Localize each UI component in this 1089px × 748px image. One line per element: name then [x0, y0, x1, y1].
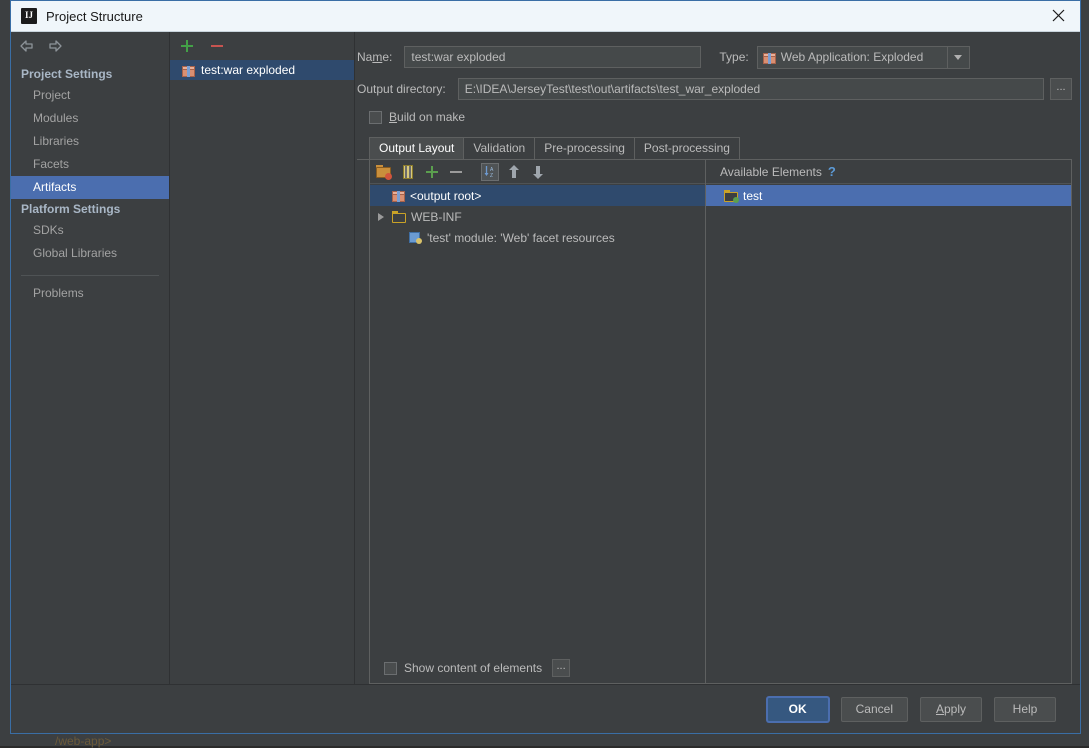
- tab-validation[interactable]: Validation: [463, 137, 536, 159]
- sidebar-item-sdks[interactable]: SDKs: [11, 219, 169, 242]
- dialog-title: Project Structure: [46, 8, 143, 24]
- name-label: Name:: [357, 50, 393, 64]
- browse-output-directory-button[interactable]: ...: [1050, 78, 1072, 100]
- artifact-editor: Name: Type: Web Application: Exploded Ou…: [355, 32, 1080, 684]
- help-button[interactable]: Help: [994, 696, 1056, 722]
- tab-pre-processing[interactable]: Pre-processing: [534, 137, 635, 159]
- cancel-button[interactable]: Cancel: [840, 696, 908, 722]
- add-directory-icon[interactable]: [375, 163, 393, 181]
- output-directory-label: Output directory:: [357, 82, 446, 96]
- name-type-row: Name: Type: Web Application: Exploded: [357, 32, 1072, 74]
- artifact-gift-icon: [762, 51, 776, 64]
- sidebar-item-project[interactable]: Project: [11, 84, 169, 107]
- artifact-gift-icon: [392, 189, 405, 202]
- sidebar-divider: [21, 275, 159, 276]
- chevron-down-icon[interactable]: [946, 46, 969, 68]
- settings-sidebar: Project Settings Project Modules Librari…: [11, 32, 170, 684]
- available-element-label: test: [743, 188, 763, 203]
- project-structure-dialog: Project Structure: [10, 0, 1081, 734]
- dialog-body: Project Settings Project Modules Librari…: [11, 32, 1080, 684]
- sidebar-item-artifacts[interactable]: Artifacts: [11, 176, 169, 199]
- sort-by-type-icon[interactable]: A Z: [481, 162, 499, 181]
- type-label: Type:: [719, 50, 749, 64]
- help-question-icon[interactable]: ?: [828, 164, 836, 179]
- type-dropdown[interactable]: Web Application: Exploded: [756, 45, 970, 69]
- output-directory-input[interactable]: [457, 78, 1044, 100]
- available-elements-tree: test: [706, 184, 1071, 683]
- output-directory-row: Output directory: ...: [357, 74, 1072, 104]
- dialog-footer: OK Cancel Apply Help: [11, 684, 1080, 733]
- sidebar-item-libraries[interactable]: Libraries: [11, 130, 169, 153]
- output-layout-toolbar: A Z: [370, 160, 705, 184]
- tree-node-web-inf[interactable]: WEB-INF: [370, 206, 705, 227]
- tree-node-label: 'test' module: 'Web' facet resources: [427, 230, 615, 245]
- available-elements-pane: Available Elements ? test: [706, 160, 1071, 683]
- move-up-icon[interactable]: [505, 163, 523, 181]
- artifacts-list-panel: test:war exploded: [170, 32, 355, 684]
- remove-icon[interactable]: [447, 163, 465, 181]
- chevron-right-icon[interactable]: [375, 211, 387, 223]
- available-elements-label: Available Elements: [720, 164, 822, 179]
- sidebar-item-problems[interactable]: Problems: [11, 282, 169, 305]
- folder-icon: [392, 210, 406, 223]
- sidebar-list: Project Settings Project Modules Librari…: [11, 60, 169, 684]
- output-tree-pane: A Z <output root> WEB-INF 'test' module:…: [370, 160, 706, 683]
- sidebar-item-modules[interactable]: Modules: [11, 107, 169, 130]
- available-elements-header: Available Elements ?: [706, 160, 1071, 184]
- ok-button[interactable]: OK: [766, 696, 829, 722]
- plus-icon[interactable]: [179, 38, 195, 54]
- sidebar-item-facets[interactable]: Facets: [11, 153, 169, 176]
- tree-node-output-root[interactable]: <output root>: [370, 185, 705, 206]
- tree-node-facet-resources[interactable]: 'test' module: 'Web' facet resources: [370, 227, 705, 248]
- artifact-label: test:war exploded: [201, 63, 296, 77]
- tree-node-label: <output root>: [410, 188, 482, 203]
- output-layout-tree: <output root> WEB-INF 'test' module: 'We…: [370, 184, 705, 653]
- show-content-more-button[interactable]: ...: [552, 659, 571, 677]
- artifact-gift-icon: [182, 64, 195, 77]
- apply-button[interactable]: Apply: [920, 696, 982, 722]
- list-item[interactable]: test:war exploded: [170, 60, 354, 80]
- sidebar-navigation: [11, 32, 169, 60]
- type-value: Web Application: Exploded: [780, 50, 924, 64]
- available-element-item[interactable]: test: [706, 185, 1071, 206]
- build-on-make-row: Build on make: [357, 104, 1072, 130]
- output-layout-area: A Z <output root> WEB-INF 'test' module:…: [369, 160, 1072, 684]
- show-content-row: Show content of elements ...: [370, 653, 705, 683]
- name-input[interactable]: [404, 46, 702, 68]
- arrow-right-icon[interactable]: [46, 37, 64, 55]
- show-content-label: Show content of elements: [404, 661, 543, 675]
- artifacts-toolbar: [170, 32, 354, 59]
- folder-green-icon: [724, 189, 739, 203]
- minus-icon[interactable]: [209, 38, 225, 54]
- tab-output-layout[interactable]: Output Layout: [369, 137, 465, 159]
- sidebar-group-platform-settings: Platform Settings: [21, 202, 121, 216]
- add-copy-of-icon[interactable]: [423, 163, 441, 181]
- svg-text:Z: Z: [490, 173, 493, 178]
- module-icon: [409, 231, 422, 244]
- layout-panes: A Z <output root> WEB-INF 'test' module:…: [369, 160, 1072, 684]
- build-on-make-checkbox[interactable]: [369, 110, 382, 124]
- tree-node-label: WEB-INF: [411, 209, 462, 224]
- build-on-make-label: Build on make: [389, 110, 466, 124]
- sidebar-item-global-libraries[interactable]: Global Libraries: [11, 242, 169, 265]
- show-content-checkbox[interactable]: [384, 661, 397, 675]
- add-archive-icon[interactable]: [399, 163, 417, 181]
- close-icon[interactable]: [1036, 1, 1080, 30]
- tree-twisty-placeholder: [375, 232, 387, 244]
- tab-post-processing[interactable]: Post-processing: [633, 137, 740, 159]
- artifact-tabs: Output Layout Validation Pre-processing …: [357, 136, 1072, 160]
- intellij-idea-icon: [21, 7, 37, 24]
- arrow-left-icon[interactable]: [18, 37, 36, 55]
- sidebar-group-project-settings: Project Settings: [21, 67, 113, 81]
- tree-twisty-placeholder: [375, 190, 387, 202]
- artifacts-list: test:war exploded: [170, 59, 354, 684]
- move-down-icon[interactable]: [529, 163, 547, 181]
- dialog-titlebar: Project Structure: [11, 1, 1080, 32]
